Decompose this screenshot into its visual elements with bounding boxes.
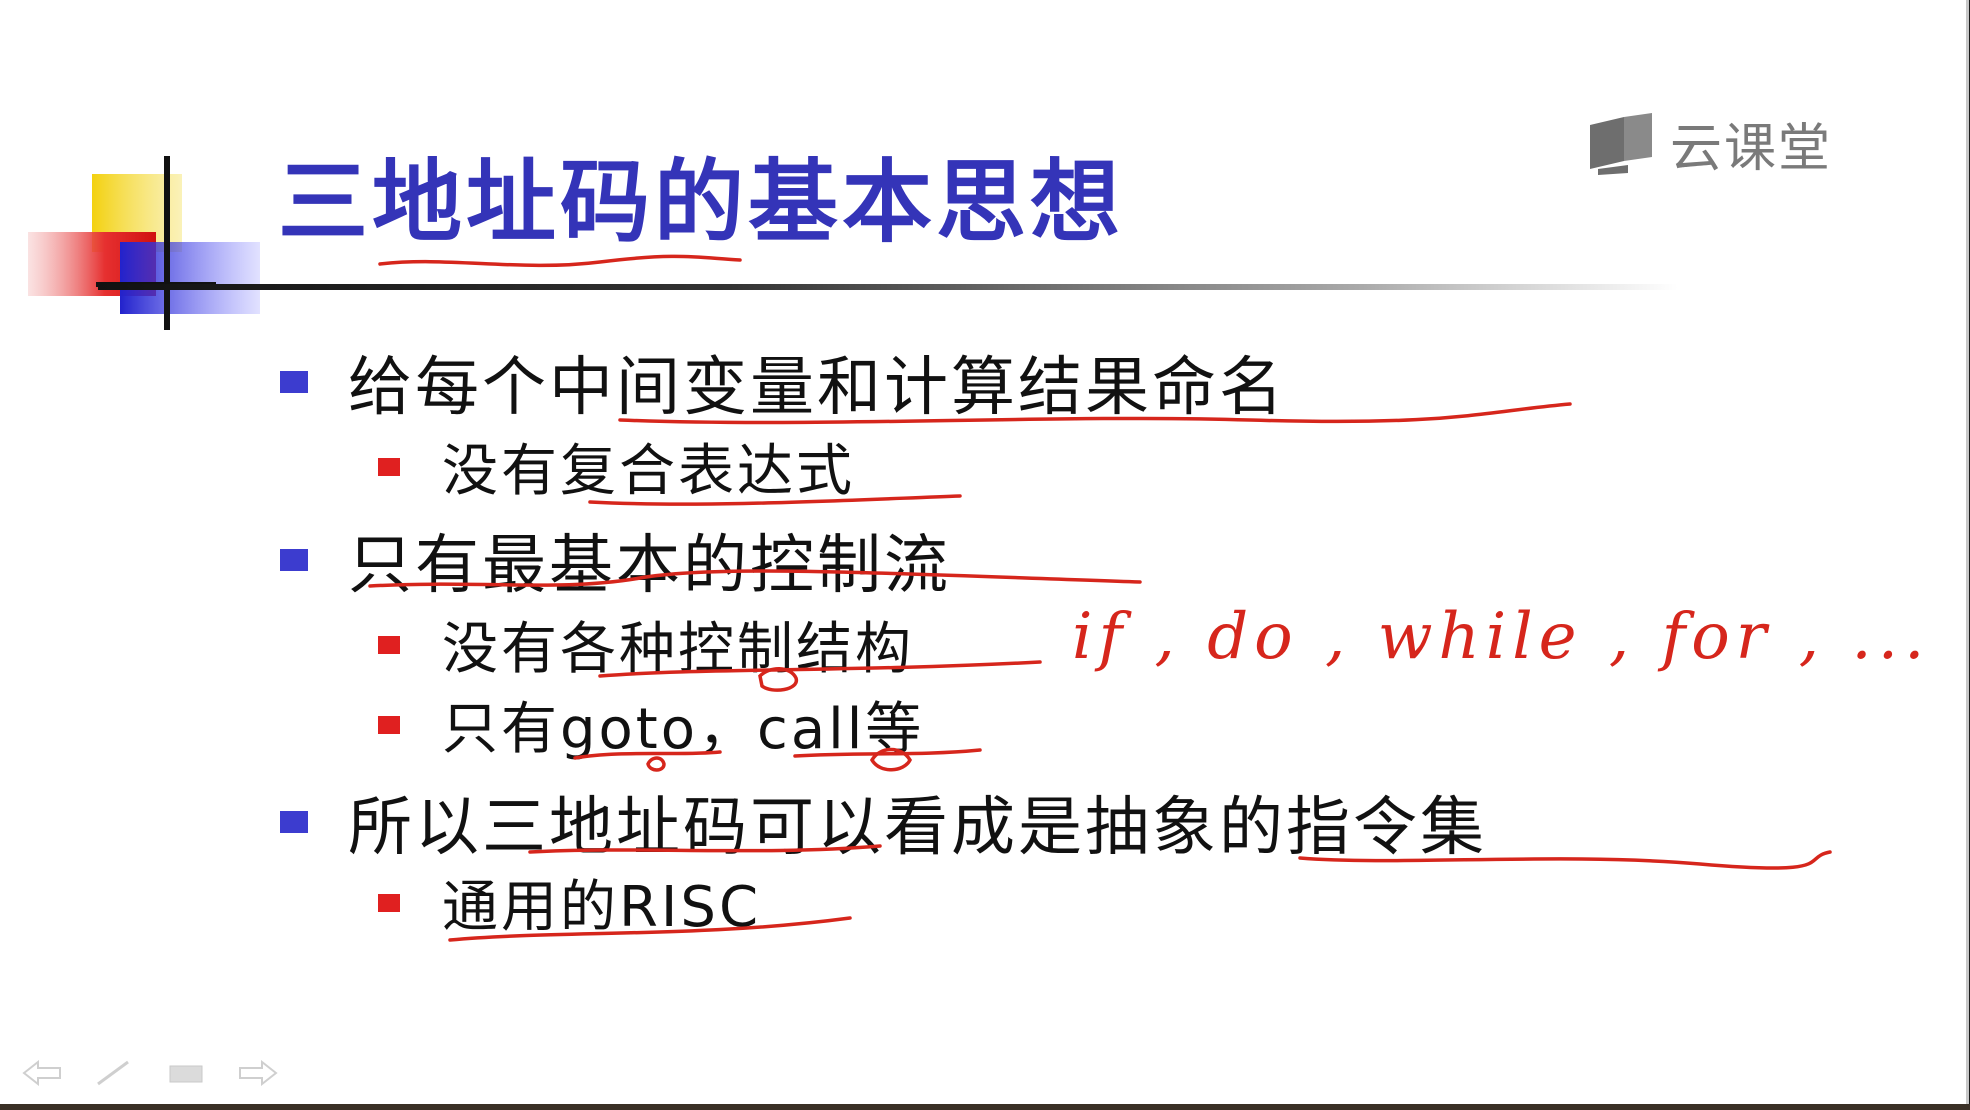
title-decoration — [28, 156, 260, 330]
bullet-3: 所以三地址码可以看成是抽象的指令集 — [280, 776, 1487, 868]
bottom-video-strip — [0, 1104, 1970, 1110]
slide-menu-button[interactable] — [164, 1058, 208, 1088]
bullet-3-sub-1: 通用的RISC — [378, 862, 761, 943]
slide-title: 三地址码的基本思想 — [278, 150, 1124, 255]
bullet-2-sub-2: 只有goto，call等 — [378, 684, 924, 765]
bullet-1: 给每个中间变量和计算结果命名 — [280, 336, 1286, 428]
sub-bullet-marker — [378, 635, 400, 654]
bullet-2-sub-1-text: 没有各种控制结构 — [442, 617, 914, 682]
pen-tool-button[interactable] — [92, 1058, 136, 1088]
sub-bullet-marker — [378, 715, 400, 734]
ink-underline-title — [378, 254, 742, 268]
yunketang-logo: 云课堂 — [1588, 106, 1832, 181]
bullet-marker — [280, 549, 308, 571]
next-slide-button[interactable] — [236, 1058, 280, 1088]
arrow-left-icon — [22, 1060, 61, 1086]
slide: 云课堂 三地址码的基本思想 给每个中间变量和计算结果命名 没有复合表达式 只有最… — [0, 0, 1969, 1107]
bullet-1-text: 给每个中间变量和计算结果命名 — [348, 351, 1286, 425]
handwritten-annotation: if , do , while , for , ... — [1072, 600, 1931, 674]
sub-bullet-marker — [378, 893, 400, 912]
logo-text: 云课堂 — [1670, 119, 1833, 179]
bullet-marker — [280, 371, 308, 393]
bullet-2-sub-2-text: 只有goto，call等 — [442, 697, 925, 762]
bullet-1-sub-1-text: 没有复合表达式 — [442, 439, 855, 504]
bullet-marker — [280, 811, 308, 833]
bullet-3-sub-1-text: 通用的RISC — [442, 875, 762, 940]
bullet-1-sub-1: 没有复合表达式 — [378, 426, 855, 507]
slide-menu-icon — [169, 1065, 203, 1083]
bullet-2: 只有最基本的控制流 — [280, 514, 951, 606]
bullet-2-text: 只有最基本的控制流 — [348, 529, 951, 603]
slideshow-nav — [20, 1058, 280, 1088]
bullet-3-text: 所以三地址码可以看成是抽象的指令集 — [348, 791, 1487, 865]
title-underline-rule — [98, 284, 1678, 290]
prev-slide-button[interactable] — [20, 1058, 64, 1088]
bullet-2-sub-1: 没有各种控制结构 — [378, 604, 914, 685]
sub-bullet-marker — [378, 457, 400, 476]
arrow-right-icon — [239, 1060, 278, 1086]
book-icon — [1590, 112, 1652, 175]
pen-icon — [97, 1060, 129, 1086]
